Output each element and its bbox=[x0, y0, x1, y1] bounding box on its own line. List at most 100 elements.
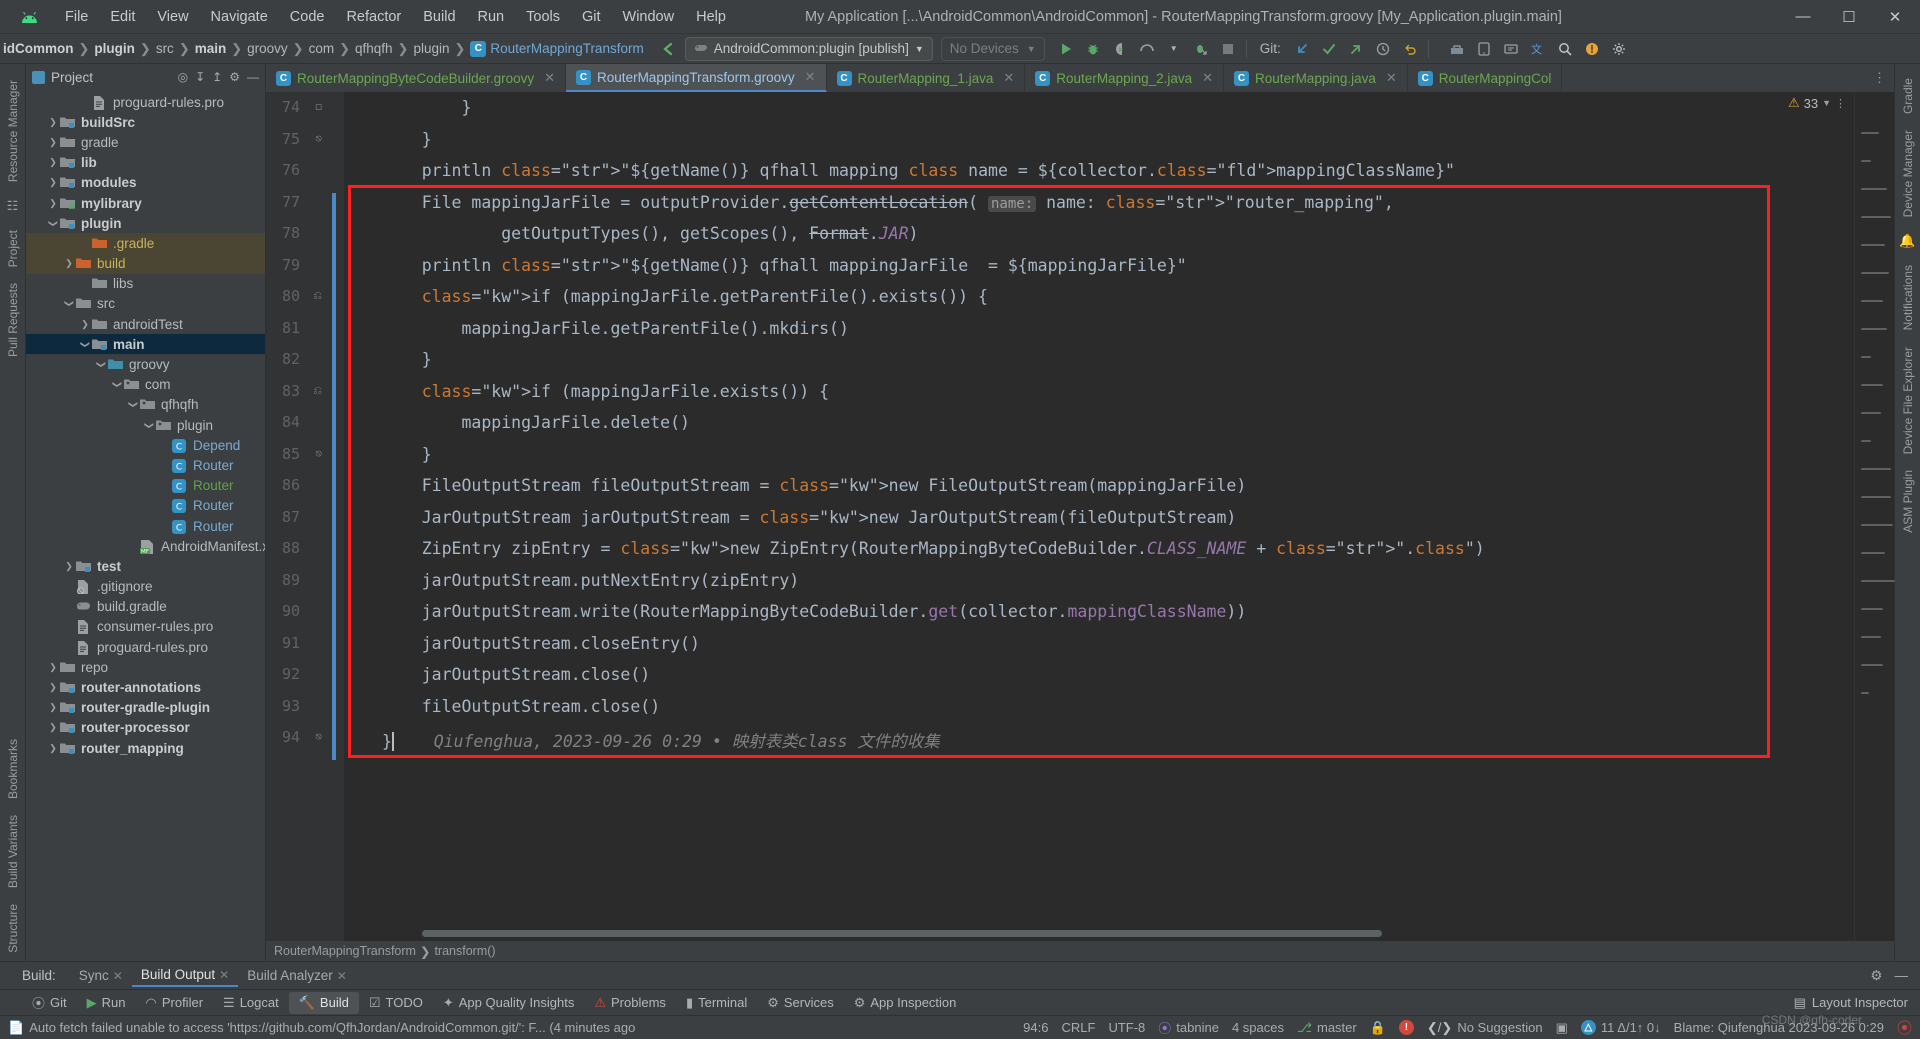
menu-tools[interactable]: Tools bbox=[515, 6, 571, 28]
error-badge[interactable]: ! bbox=[1398, 1020, 1414, 1035]
chevron-right-icon[interactable]: ❯ bbox=[78, 319, 92, 330]
breadcrumb-item-class[interactable]: C RouterMappingTransform bbox=[467, 40, 646, 57]
bottom-tab-services[interactable]: ⚙ Services bbox=[757, 992, 844, 1014]
settings-icon[interactable] bbox=[1608, 38, 1630, 60]
make-project-icon[interactable] bbox=[657, 38, 679, 60]
tool-tab-device-file-explorer[interactable]: Device File Explorer bbox=[1897, 339, 1919, 462]
tree-node-build[interactable]: ❯ build bbox=[26, 253, 265, 274]
inspection-badge-icon[interactable]: ▣ bbox=[1556, 1020, 1568, 1036]
tree-node-src[interactable]: ❯ src bbox=[26, 294, 265, 314]
breadcrumb-item-4[interactable]: groovy bbox=[244, 41, 291, 56]
bottom-tab-terminal[interactable]: ▮ Terminal bbox=[676, 992, 757, 1014]
build-tab-sync[interactable]: Sync ✕ bbox=[70, 965, 132, 986]
tool-tab-device-manager[interactable]: Device Manager bbox=[1897, 122, 1919, 225]
tool-tab-notifications[interactable]: Notifications bbox=[1897, 257, 1919, 338]
tree-node-qfhqfh[interactable]: ❯ qfhqfh bbox=[26, 395, 265, 415]
coverage-icon[interactable] bbox=[1109, 38, 1131, 60]
code-fold-icon[interactable]: ⎋ bbox=[315, 730, 322, 743]
search-icon[interactable] bbox=[1554, 38, 1576, 60]
maximize-icon[interactable]: ☐ bbox=[1826, 1, 1872, 33]
breadcrumb-item-6[interactable]: qfhqfh bbox=[352, 41, 396, 56]
tree-node-plugin[interactable]: ❯ plugin bbox=[26, 415, 265, 435]
code-fold-icon[interactable]: ⎌ bbox=[313, 384, 322, 398]
code-line[interactable]: File mappingJarFile = outputProvider.get… bbox=[382, 193, 1394, 212]
tool-tab-resource-manager[interactable]: Resource Manager bbox=[2, 72, 24, 190]
lock-icon[interactable]: 🔒 bbox=[1370, 1020, 1386, 1036]
tree-node-proguard-rules-pro[interactable]: proguard-rules.pro bbox=[26, 637, 265, 657]
locate-icon[interactable]: ◎ bbox=[178, 70, 188, 84]
horizontal-scrollbar[interactable] bbox=[422, 930, 1382, 937]
tree-node-router[interactable]: C Router bbox=[26, 496, 265, 516]
tree-node-mylibrary[interactable]: ❯ mylibrary bbox=[26, 193, 265, 213]
tree-node-androidtest[interactable]: ❯ androidTest bbox=[26, 314, 265, 334]
code-line[interactable]: class="kw">if (mappingJarFile.getParentF… bbox=[382, 287, 988, 306]
minimize-icon[interactable]: — bbox=[1780, 1, 1826, 33]
project-structure-icon[interactable]: ☷ bbox=[7, 198, 19, 214]
editor-tab-routermappingbytecodebuilder-groovy[interactable]: C RouterMappingByteCodeBuilder.groovy ✕ bbox=[266, 64, 567, 92]
chevron-down-icon[interactable]: ▼ bbox=[1822, 98, 1831, 108]
tree-node-buildsrc[interactable]: ❯ buildSrc bbox=[26, 112, 265, 132]
minimize-icon[interactable]: — bbox=[1895, 968, 1909, 984]
editor-tab-routermapping-1-java[interactable]: C RouterMapping_1.java ✕ bbox=[826, 64, 1026, 92]
notifications-icon[interactable] bbox=[1581, 38, 1603, 60]
code-suggestion-widget[interactable]: ❮/❯ No Suggestion bbox=[1427, 1020, 1543, 1036]
breadcrumb[interactable]: idCommon ❯ plugin ❯ src ❯ main ❯ groovy ❯ com… bbox=[0, 34, 647, 63]
editor-tab-routermapping-java[interactable]: C RouterMapping.java ✕ bbox=[1224, 64, 1408, 92]
code-line[interactable]: FileOutputStream fileOutputStream = clas… bbox=[382, 476, 1247, 495]
chevron-right-icon[interactable]: ❯ bbox=[46, 702, 60, 713]
code-line[interactable]: mappingJarFile.getParentFile().mkdirs() bbox=[382, 319, 848, 338]
tree-node-router-processor[interactable]: ❯ router-processor bbox=[26, 718, 265, 738]
code-line[interactable]: fileOutputStream.close() bbox=[382, 697, 660, 716]
expand-all-icon[interactable]: ↥ bbox=[212, 70, 222, 84]
project-tree[interactable]: proguard-rules.pro ❯ buildSrc ❯ gradle ❯ lib ❯ m… bbox=[26, 90, 265, 961]
menu-file[interactable]: File bbox=[54, 6, 99, 28]
stop-icon[interactable] bbox=[1217, 38, 1239, 60]
inspection-widget[interactable]: ⚠ 33 ▼ ⋮ bbox=[1788, 95, 1846, 111]
editor-tab-routermappingtransform-groovy[interactable]: C RouterMappingTransform.groovy ✕ bbox=[566, 64, 827, 92]
code-fold-icon[interactable]: ⎋ bbox=[315, 447, 322, 460]
attach-debugger-icon[interactable] bbox=[1190, 38, 1212, 60]
code-line[interactable]: println class="str">"${getName()} qfhall… bbox=[382, 161, 1455, 180]
chevron-down-icon[interactable]: ❯ bbox=[80, 337, 91, 351]
status-message[interactable]: 📄 Auto fetch failed unable to access 'ht… bbox=[8, 1020, 635, 1036]
code-line[interactable]: JarOutputStream jarOutputStream = class=… bbox=[382, 508, 1237, 527]
tree-node-lib[interactable]: ❯ lib bbox=[26, 153, 265, 173]
editor-tab-routermapping-2-java[interactable]: C RouterMapping_2.java ✕ bbox=[1025, 64, 1225, 92]
undo-icon[interactable] bbox=[1399, 38, 1421, 60]
chevron-down-icon[interactable]: ❯ bbox=[144, 418, 155, 432]
run-icon[interactable] bbox=[1055, 38, 1077, 60]
code-line[interactable]: class="kw">if (mappingJarFile.exists()) … bbox=[382, 382, 829, 401]
tree-node-proguard-rules-pro[interactable]: proguard-rules.pro bbox=[26, 92, 265, 112]
tree-node-libs[interactable]: libs bbox=[26, 274, 265, 294]
chevron-down-icon[interactable]: ❯ bbox=[112, 378, 123, 392]
close-icon[interactable]: ✕ bbox=[113, 969, 123, 983]
editor-tab-bar[interactable]: C RouterMappingByteCodeBuilder.groovy ✕ C Ro… bbox=[266, 64, 1894, 92]
bottom-tab-app-inspection[interactable]: ⚙ App Inspection bbox=[844, 992, 967, 1014]
chevron-right-icon[interactable]: ❯ bbox=[46, 743, 60, 754]
code-line[interactable]: ZipEntry zipEntry = class="kw">new ZipEn… bbox=[382, 539, 1485, 558]
code-line[interactable]: mappingJarFile.delete() bbox=[382, 413, 689, 432]
tool-tab-bookmarks[interactable]: Bookmarks bbox=[2, 731, 24, 807]
editor-bottom-breadcrumb[interactable]: RouterMappingTransform ❯ transform() bbox=[266, 941, 1894, 961]
chevron-down-icon[interactable]: ❯ bbox=[128, 398, 139, 412]
editor-tab-routermappingcol[interactable]: C RouterMappingCol bbox=[1407, 64, 1563, 92]
code-line[interactable]: println class="str">"${getName()} qfhall… bbox=[382, 256, 1187, 275]
close-icon[interactable]: ✕ bbox=[219, 968, 229, 982]
breadcrumb-item-7[interactable]: plugin bbox=[410, 41, 452, 56]
tool-tab-pull-requests[interactable]: Pull Requests bbox=[2, 275, 24, 365]
bottom-tab-logcat[interactable]: ☰ Logcat bbox=[213, 992, 289, 1014]
bottom-tool-window-bar[interactable]: ⦿ Git ▶ Run ◠ Profiler ☰ Logcat 🔨 Build ☑ TODO ✦ App … bbox=[0, 989, 1920, 1015]
tree-node-router-annotations[interactable]: ❯ router-annotations bbox=[26, 677, 265, 697]
bell-icon[interactable]: 🔔 bbox=[1899, 233, 1915, 249]
code-line[interactable]: } bbox=[382, 350, 432, 369]
tool-tab-build-variants[interactable]: Build Variants bbox=[2, 807, 24, 896]
git-commit-icon[interactable] bbox=[1318, 38, 1340, 60]
more-tabs-icon[interactable]: ⋮ bbox=[1873, 70, 1886, 86]
code-line[interactable]: getOutputTypes(), getScopes(), Format.JA… bbox=[382, 224, 918, 243]
menu-run[interactable]: Run bbox=[467, 6, 516, 28]
chevron-down-icon[interactable]: ▼ bbox=[1163, 38, 1185, 60]
chevron-right-icon[interactable]: ❯ bbox=[46, 682, 60, 693]
chevron-right-icon[interactable]: ❯ bbox=[46, 117, 60, 128]
menu-build[interactable]: Build bbox=[412, 6, 466, 28]
code-line[interactable]: } bbox=[382, 98, 471, 117]
